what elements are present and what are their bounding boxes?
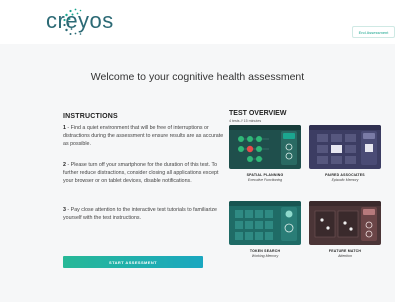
instruction-text: - Find a quiet environment that will be … bbox=[63, 125, 224, 147]
instruction-text: - Pay close attention to the interactive… bbox=[63, 207, 217, 221]
instruction-text: - Please turn off your smartphone for th… bbox=[63, 162, 219, 184]
test-tile-spatial-planning bbox=[229, 125, 301, 169]
test-name: FEATURE MATCH bbox=[328, 249, 362, 253]
test-domain: Working Memory bbox=[251, 253, 279, 258]
test-overview-subheading: 4 tests // 15 minutes bbox=[229, 119, 262, 123]
instruction-item-2: 2 - Please turn off your smartphone for … bbox=[63, 162, 229, 185]
test-caption: FEATURE MATCH Attention bbox=[309, 249, 381, 258]
test-name: SPATIAL PLANNING bbox=[246, 173, 284, 177]
end-assessment-button[interactable]: End Assessment bbox=[352, 26, 395, 38]
start-assessment-button[interactable]: START ASSESSMENT bbox=[63, 256, 203, 268]
feature-match-thumbnail-icon bbox=[309, 201, 381, 245]
test-caption: SPATIAL PLANNING Executive Functioning bbox=[229, 173, 301, 182]
test-tile-feature-match bbox=[309, 201, 381, 245]
top-header: creyos End Assessment bbox=[0, 0, 395, 45]
test-tile-token-search bbox=[229, 201, 301, 245]
instructions-heading: INSTRUCTIONS bbox=[63, 113, 118, 120]
instruction-item-1: 1 - Find a quiet environment that will b… bbox=[63, 125, 229, 148]
test-caption: TOKEN SEARCH Working Memory bbox=[229, 249, 301, 258]
paired-associates-thumbnail-icon bbox=[309, 125, 381, 169]
test-domain: Episodic Memory bbox=[331, 177, 359, 182]
test-overview-heading: TEST OVERVIEW bbox=[229, 110, 287, 117]
test-caption: PAIRED ASSOCIATES Episodic Memory bbox=[309, 173, 381, 182]
page-title: Welcome to your cognitive health assessm… bbox=[90, 71, 305, 83]
token-search-thumbnail-icon bbox=[229, 201, 301, 245]
test-tile-paired-associates bbox=[309, 125, 381, 169]
spatial-planning-thumbnail-icon bbox=[229, 125, 301, 169]
test-domain: Attention bbox=[338, 253, 352, 258]
instruction-item-3: 3 - Pay close attention to the interacti… bbox=[63, 207, 229, 223]
test-name: TOKEN SEARCH bbox=[249, 249, 281, 253]
brand-name: creyos bbox=[46, 8, 114, 33]
test-domain: Executive Functioning bbox=[247, 177, 283, 182]
test-name: PAIRED ASSOCIATES bbox=[325, 173, 365, 177]
